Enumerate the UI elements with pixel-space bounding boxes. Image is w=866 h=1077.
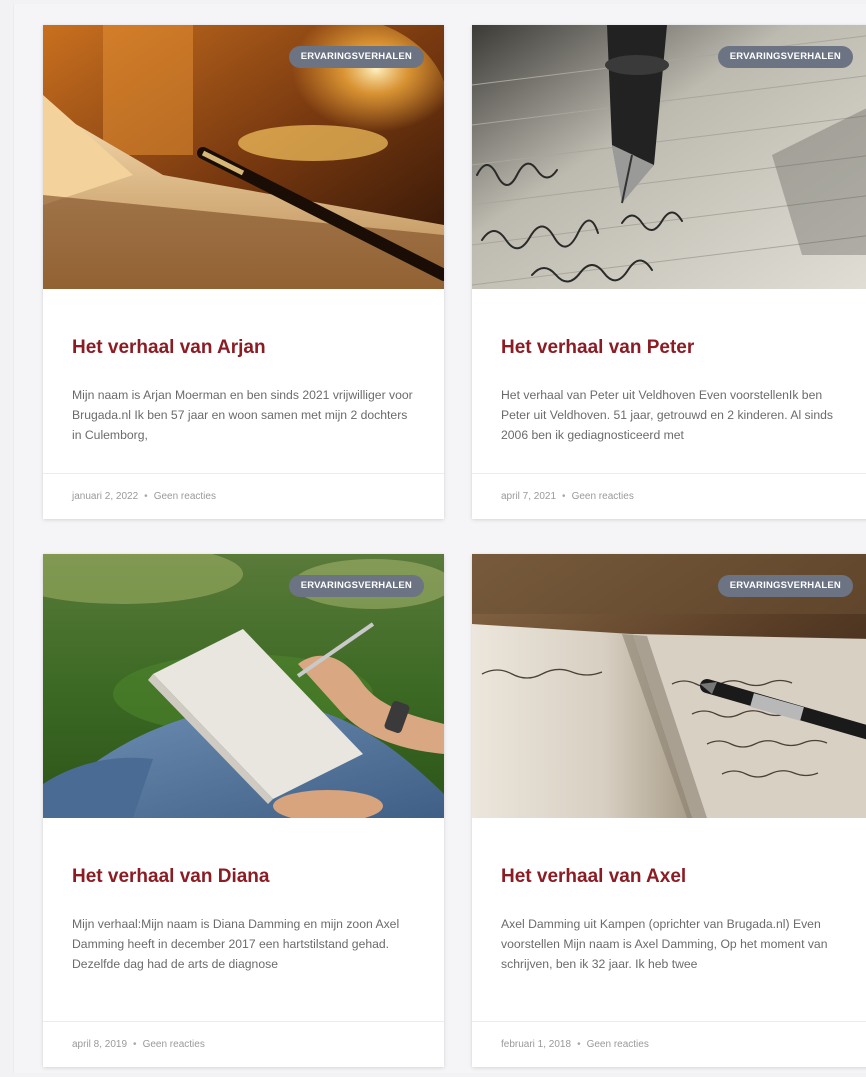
post-meta: februari 1, 2018 • Geen reacties <box>501 1039 649 1050</box>
post-card-diana[interactable]: ERVARINGSVERHALEN Het verhaal van Diana … <box>43 554 444 1067</box>
meta-separator: • <box>577 1039 581 1050</box>
post-card-arjan[interactable]: ERVARINGSVERHALEN Het verhaal van Arjan … <box>43 25 444 519</box>
post-title[interactable]: Het verhaal van Diana <box>72 866 269 888</box>
post-comments-link[interactable]: Geen reacties <box>154 491 216 502</box>
post-image[interactable]: ERVARINGSVERHALEN <box>43 25 444 289</box>
post-excerpt: Het verhaal van Peter uit Veldhoven Even… <box>501 388 833 442</box>
post-date: januari 2, 2022 <box>72 491 139 502</box>
category-badge[interactable]: ERVARINGSVERHALEN <box>288 46 424 68</box>
post-meta: april 7, 2021 • Geen reacties <box>501 491 634 502</box>
post-image[interactable]: ERVARINGSVERHALEN <box>472 25 866 289</box>
post-comments-link[interactable]: Geen reacties <box>587 1039 649 1050</box>
post-date: februari 1, 2018 <box>501 1039 572 1050</box>
post-footer: april 7, 2021 • Geen reacties <box>472 473 866 519</box>
meta-separator: • <box>562 491 566 502</box>
post-footer: april 8, 2019 • Geen reacties <box>43 1021 444 1067</box>
category-badge[interactable]: ERVARINGSVERHALEN <box>288 575 424 597</box>
post-footer: januari 2, 2022 • Geen reacties <box>43 473 444 519</box>
post-excerpt: Axel Damming uit Kampen (oprichter van B… <box>501 917 828 971</box>
post-image[interactable]: ERVARINGSVERHALEN <box>472 554 866 818</box>
post-comments-link[interactable]: Geen reacties <box>143 1039 205 1050</box>
post-title[interactable]: Het verhaal van Arjan <box>72 337 266 359</box>
post-image[interactable]: ERVARINGSVERHALEN <box>43 554 444 818</box>
post-meta: april 8, 2019 • Geen reacties <box>72 1039 205 1050</box>
post-comments-link[interactable]: Geen reacties <box>572 491 634 502</box>
post-date: april 7, 2021 <box>501 491 557 502</box>
post-excerpt: Mijn verhaal:Mijn naam is Diana Damming … <box>72 917 400 971</box>
post-date: april 8, 2019 <box>72 1039 128 1050</box>
post-footer: februari 1, 2018 • Geen reacties <box>472 1021 866 1067</box>
post-title[interactable]: Het verhaal van Peter <box>501 337 694 359</box>
meta-separator: • <box>133 1039 137 1050</box>
meta-separator: • <box>144 491 148 502</box>
post-excerpt: Mijn naam is Arjan Moerman en ben sinds … <box>72 388 413 442</box>
post-card-axel[interactable]: ERVARINGSVERHALEN Het verhaal van Axel A… <box>472 554 866 1067</box>
category-badge[interactable]: ERVARINGSVERHALEN <box>717 575 853 597</box>
category-badge[interactable]: ERVARINGSVERHALEN <box>717 46 853 68</box>
post-card-peter[interactable]: ERVARINGSVERHALEN Het verhaal van Peter … <box>472 25 866 519</box>
post-meta: januari 2, 2022 • Geen reacties <box>72 491 216 502</box>
post-title[interactable]: Het verhaal van Axel <box>501 866 686 888</box>
